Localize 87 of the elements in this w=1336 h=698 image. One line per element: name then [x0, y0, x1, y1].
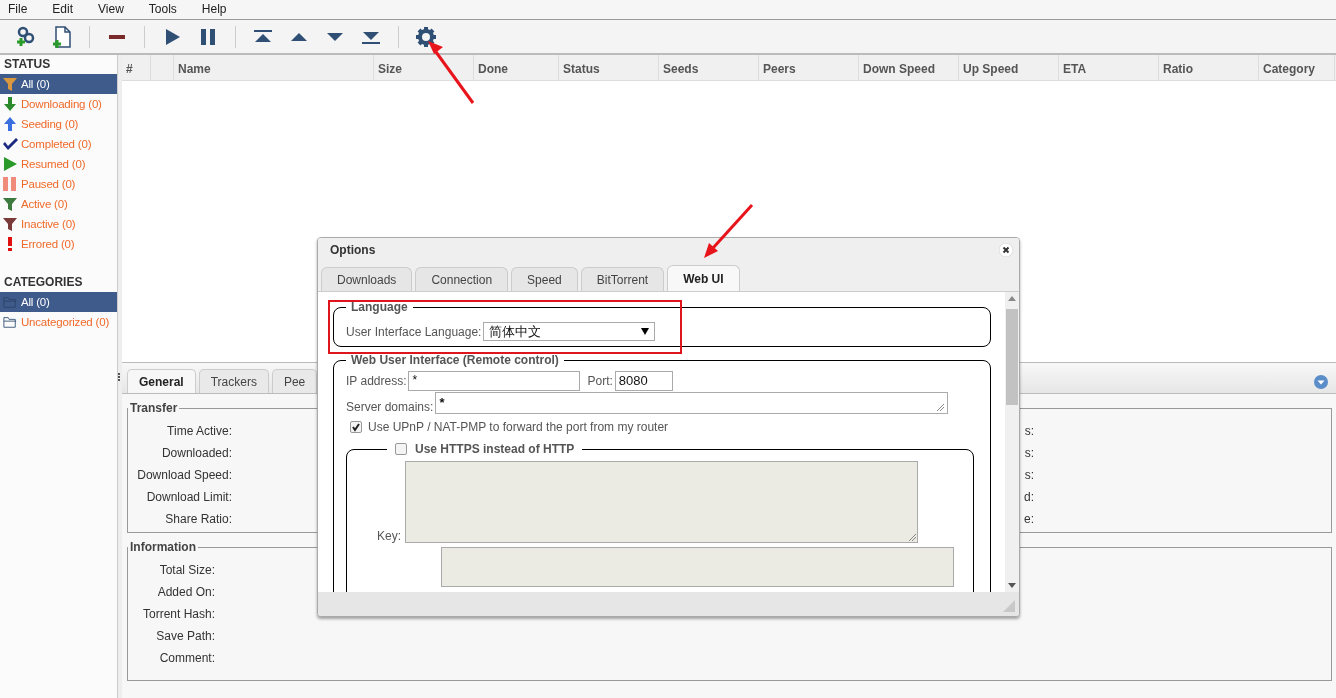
play-icon	[2, 156, 18, 172]
category-item[interactable]: All (0)	[0, 292, 117, 312]
field-label: Total Size:	[158, 563, 215, 577]
up-arrow-icon	[2, 116, 18, 132]
menu-item[interactable]: Edit	[44, 0, 82, 19]
section-legend: Information	[128, 540, 198, 554]
funnel-icon	[2, 196, 18, 212]
resize-grip-icon[interactable]	[1003, 600, 1015, 612]
field-label: Key:	[377, 529, 401, 543]
checkbox-label: Use UPnP / NAT-PMP to forward the port from my router	[368, 420, 669, 434]
field-label: Downloaded:	[160, 446, 232, 460]
down-arrow-icon	[2, 96, 18, 112]
collapse-icon[interactable]	[1314, 375, 1328, 389]
field-label: User Interface Language:	[346, 324, 482, 339]
column-header[interactable]: Ratio	[1159, 55, 1259, 80]
section-header: CATEGORIES	[3, 274, 84, 291]
tab[interactable]: Web UI	[667, 265, 740, 291]
field-label: s:	[1024, 424, 1034, 438]
field-label: s:	[1024, 468, 1034, 482]
ip-address-field[interactable]: *	[408, 371, 581, 391]
field-label: Download Speed:	[136, 468, 232, 482]
dialog-title: Options	[330, 243, 376, 257]
funnel-icon	[2, 216, 18, 232]
annotation-arrow	[704, 204, 754, 258]
add-file-icon[interactable]	[50, 24, 74, 49]
pause-icon	[2, 176, 18, 192]
key-field[interactable]	[405, 461, 918, 543]
tab[interactable]: Pee	[271, 369, 318, 393]
tab[interactable]: BitTorrent	[580, 267, 665, 291]
field-label: Save Path:	[155, 629, 215, 643]
field-label: Download Limit:	[145, 490, 232, 504]
close-icon[interactable]	[999, 243, 1013, 257]
column-header[interactable]: Name	[174, 55, 374, 80]
section-legend: Transfer	[128, 401, 180, 415]
column-header[interactable]: Peers	[759, 55, 859, 80]
tab[interactable]: General	[127, 369, 196, 393]
settings-icon[interactable]	[414, 24, 438, 49]
field-label: Server domains:	[346, 400, 434, 414]
tab[interactable]: Trackers	[198, 369, 269, 393]
tab[interactable]: Speed	[511, 267, 578, 291]
tab[interactable]: Connection	[415, 267, 509, 291]
column-header[interactable]: Size	[374, 55, 474, 80]
resize-grip-icon	[936, 403, 945, 411]
field-label: Share Ratio:	[164, 512, 232, 526]
folder-icon	[2, 295, 18, 309]
checkmark-icon	[2, 136, 18, 152]
scroll-up-icon[interactable]	[1008, 296, 1016, 301]
filter-item[interactable]: All (0)	[0, 74, 117, 94]
funnel-icon	[2, 76, 18, 92]
server-domains-field[interactable]: *	[435, 392, 949, 414]
field-label: Time Active:	[166, 424, 232, 438]
column-header[interactable]: Seeds	[659, 55, 759, 80]
menu-item[interactable]: View	[90, 0, 132, 19]
port-field[interactable]: 8080	[614, 371, 673, 391]
field-label: IP address:	[346, 374, 407, 388]
menu-item[interactable]: Tools	[140, 0, 185, 19]
field-label: e:	[1024, 512, 1034, 526]
field-label: s:	[1024, 446, 1034, 460]
column-header[interactable]: Status	[559, 55, 659, 80]
language-dropdown[interactable]: 简体中文	[483, 322, 656, 341]
column-header[interactable]: Down Speed	[859, 55, 959, 80]
annotation-arrow	[428, 41, 475, 104]
resize-grip-icon[interactable]	[908, 533, 916, 541]
field-label: Comment:	[158, 651, 215, 665]
scroll-down-icon[interactable]	[1008, 583, 1016, 588]
field-label: Port:	[587, 374, 613, 388]
field-label: Added On:	[156, 585, 215, 599]
checkbox[interactable]	[395, 443, 407, 455]
section-legend: Web User Interface (Remote control)	[346, 353, 564, 367]
column-header[interactable]: Up Speed	[959, 55, 1059, 80]
folder-icon	[2, 315, 18, 329]
certificate-field[interactable]	[441, 547, 954, 587]
section-header: STATUS	[3, 56, 52, 73]
scrollbar[interactable]	[1005, 292, 1019, 592]
dropdown-arrow-icon	[641, 328, 650, 335]
column-header[interactable]: Category	[1259, 55, 1335, 80]
column-header[interactable]: #	[122, 55, 151, 80]
section-legend: Language	[346, 300, 413, 314]
tab[interactable]: Downloads	[321, 267, 413, 291]
menu-item[interactable]: File	[0, 0, 36, 19]
field-label: d:	[1024, 490, 1034, 504]
checkbox[interactable]	[350, 421, 362, 433]
column-header[interactable]: Done	[474, 55, 559, 80]
column-header[interactable]: ETA	[1059, 55, 1159, 80]
checkbox-label: Use HTTPS instead of HTTP	[415, 442, 575, 456]
menu-item[interactable]: Help	[193, 0, 235, 19]
field-label: Torrent Hash:	[141, 607, 215, 621]
